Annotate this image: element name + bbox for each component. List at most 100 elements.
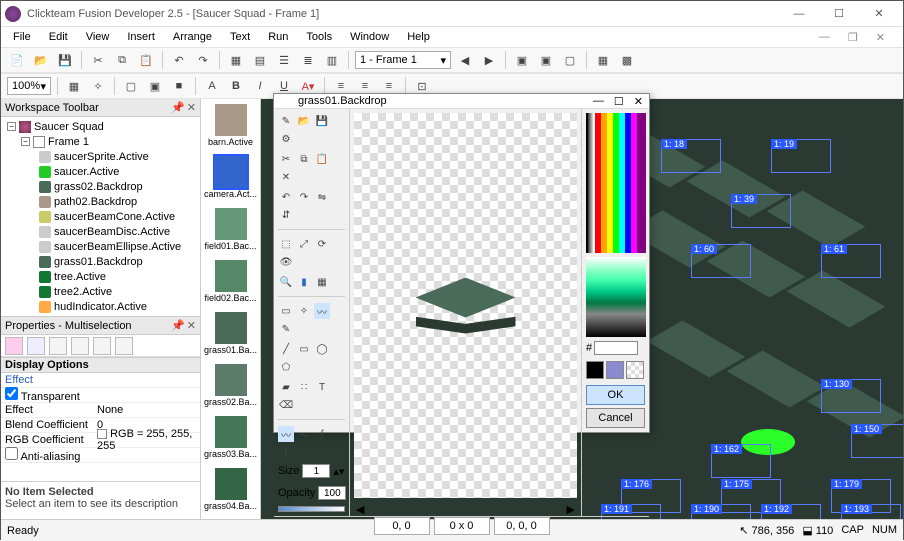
object-list-item[interactable]: grass04.Ba... (201, 463, 260, 515)
minimize-button[interactable]: — (779, 3, 819, 25)
italic-icon[interactable]: I (250, 76, 270, 96)
selection-box[interactable]: 1: 150 (851, 424, 903, 458)
flip-v-icon[interactable]: ⇵ (278, 207, 294, 223)
pin-icon[interactable]: 📌 (171, 101, 185, 114)
frame-editor-icon[interactable]: ▤ (250, 50, 270, 70)
next-frame-icon[interactable]: ▶ (479, 50, 499, 70)
erase-icon[interactable]: ⌫ (278, 397, 294, 413)
prop-tab-events[interactable] (93, 337, 111, 355)
poly-icon[interactable]: ⬠ (278, 359, 294, 375)
tree-item[interactable]: path02.Backdrop (3, 194, 198, 209)
object-list[interactable]: barn.Activecamera.Act...field01.Bac...fi… (201, 99, 261, 519)
line-icon[interactable]: ╱ (278, 341, 294, 357)
size-input[interactable] (302, 464, 330, 478)
pin-icon[interactable]: 📌 (171, 319, 185, 332)
transparent-swatch[interactable] (626, 361, 644, 379)
spray-icon[interactable]: ∷ (296, 379, 312, 395)
rotate-icon[interactable]: ⟳ (314, 236, 330, 252)
close-panel-icon[interactable]: ✕ (187, 319, 196, 332)
dialog-maximize-icon[interactable]: ☐ (614, 95, 624, 108)
color-swatch[interactable] (97, 429, 107, 439)
ellipse-icon[interactable]: ◯ (314, 341, 330, 357)
layer2-icon[interactable]: ▣ (145, 76, 165, 96)
prop-tab-values[interactable] (71, 337, 89, 355)
mdi-close-icon[interactable]: ✕ (868, 29, 893, 46)
marker-icon[interactable]: ▮ (296, 274, 312, 290)
tree-item[interactable]: saucer.Active (3, 164, 198, 179)
object-list-item[interactable]: barn.Active (201, 99, 260, 151)
crop-icon[interactable]: ⬚ (278, 236, 294, 252)
brush4-icon[interactable]: ∫ (278, 444, 294, 460)
menu-arrange[interactable]: Arrange (165, 29, 220, 45)
run-app-icon[interactable]: ▣ (536, 50, 556, 70)
prop-tab-display[interactable] (27, 337, 45, 355)
menu-window[interactable]: Window (342, 29, 397, 45)
tree-item[interactable]: grass01.Backdrop (3, 254, 198, 269)
save-icon[interactable]: 💾 (314, 113, 330, 129)
selection-box[interactable]: 1: 190 (691, 504, 751, 519)
eventlist-icon[interactable]: ≣ (298, 50, 318, 70)
grid-icon[interactable]: ▦ (314, 274, 330, 290)
picker-icon[interactable]: ✎ (278, 321, 294, 337)
selection-box[interactable]: 1: 192 (761, 504, 821, 519)
options-icon[interactable]: ⚙ (278, 131, 294, 147)
tree-item[interactable]: saucerSprite.Active (3, 149, 198, 164)
selection-box[interactable]: 1: 60 (691, 244, 751, 278)
antialias-checkbox[interactable] (5, 447, 18, 460)
undo-icon[interactable]: ↶ (278, 189, 294, 205)
opacity-slider[interactable] (278, 506, 345, 512)
menu-text[interactable]: Text (222, 29, 258, 45)
copy-icon[interactable]: ⧉ (112, 50, 132, 70)
zoom-icon[interactable]: 🔍 (278, 274, 294, 290)
tree-frame[interactable]: −Frame 1 (3, 134, 198, 149)
tree-item[interactable]: tree.Active (3, 269, 198, 284)
tree-item[interactable]: hudIndicator.Active (3, 299, 198, 314)
object-list-item[interactable]: field01.Bac... (201, 203, 260, 255)
brush2-icon[interactable]: 〜 (296, 426, 312, 442)
transparent-checkbox[interactable] (5, 387, 18, 400)
menu-file[interactable]: File (5, 29, 39, 45)
lasso-icon[interactable]: 〰 (314, 303, 330, 319)
prop-tab-size[interactable] (49, 337, 67, 355)
text-icon[interactable]: T (314, 379, 330, 395)
grid-icon[interactable]: ▦ (64, 76, 84, 96)
maximize-button[interactable]: ☐ (819, 3, 859, 25)
dialog-close-icon[interactable]: ✕ (634, 95, 643, 108)
object-list-item[interactable]: field02.Bac... (201, 255, 260, 307)
brush1-icon[interactable]: 〰 (278, 426, 294, 442)
run-project-icon[interactable]: ▣ (512, 50, 532, 70)
prev-frame-icon[interactable]: ◀ (455, 50, 475, 70)
selection-box[interactable]: 1: 18 (661, 139, 721, 173)
redo-icon[interactable]: ↷ (296, 189, 312, 205)
data-icon[interactable]: ▥ (322, 50, 342, 70)
tree-item[interactable]: tree2.Active (3, 284, 198, 299)
scroll-left-icon[interactable]: ◀ (356, 503, 364, 516)
copy-icon[interactable]: ⧉ (296, 151, 312, 167)
paste-icon[interactable]: 📋 (136, 50, 156, 70)
tree-item[interactable]: grass02.Backdrop (3, 179, 198, 194)
cut-icon[interactable]: ✂ (88, 50, 108, 70)
object-list-item[interactable]: grass02.Ba... (201, 359, 260, 411)
storyboard-icon[interactable]: ▦ (226, 50, 246, 70)
wand-icon[interactable]: ✧ (296, 303, 312, 319)
cancel-button[interactable]: Cancel (586, 408, 645, 428)
dialog-titlebar[interactable]: grass01.Backdrop — ☐ ✕ (274, 94, 649, 109)
tree-item[interactable]: saucerBeamEllipse.Active (3, 239, 198, 254)
selection-box[interactable]: 1: 162 (711, 444, 771, 478)
bg-swatch[interactable] (606, 361, 624, 379)
workspace-tree[interactable]: −Saucer Squad −Frame 1 saucerSprite.Acti… (1, 117, 200, 316)
coord-size[interactable]: 0 x 0 (434, 517, 490, 535)
object-list-item[interactable]: grass01.Ba... (201, 307, 260, 359)
layer1-icon[interactable]: ▢ (121, 76, 141, 96)
resize-icon[interactable]: ⤢ (296, 236, 312, 252)
menu-help[interactable]: Help (399, 29, 438, 45)
menu-insert[interactable]: Insert (119, 29, 163, 45)
close-panel-icon[interactable]: ✕ (187, 101, 196, 114)
select-icon[interactable]: ▭ (278, 303, 294, 319)
cut-icon[interactable]: ✂ (278, 151, 294, 167)
run-frame-icon[interactable]: ▢ (560, 50, 580, 70)
menu-run[interactable]: Run (260, 29, 296, 45)
zoom-selector[interactable]: 100%▾ (7, 77, 51, 95)
selection-box[interactable]: 1: 61 (821, 244, 881, 278)
object-list-item[interactable]: camera.Act... (201, 151, 260, 203)
